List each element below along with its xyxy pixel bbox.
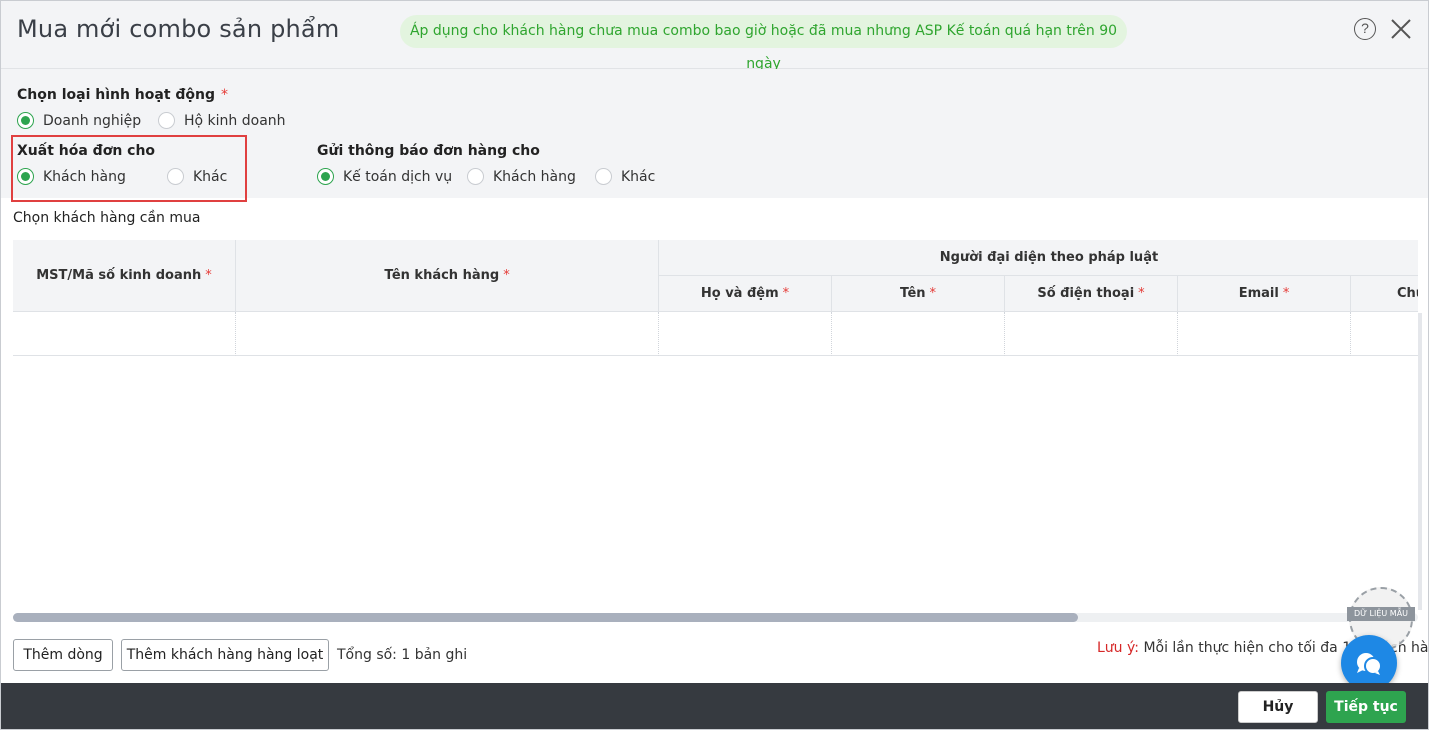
cell-position[interactable] — [1351, 312, 1418, 356]
radio-unchecked-icon — [467, 168, 484, 185]
dialog-footer — [1, 683, 1428, 729]
horizontal-scrollbar-thumb[interactable] — [13, 613, 1078, 622]
dialog-title: Mua mới combo sản phẩm — [17, 15, 340, 43]
radio-unchecked-icon — [595, 168, 612, 185]
notify-for-label: Gửi thông báo đơn hàng cho — [317, 143, 540, 159]
invoice-for-label: Xuất hóa đơn cho — [17, 143, 156, 159]
radio-invoice-khach-hang[interactable]: Khách hàng — [17, 168, 126, 185]
help-icon[interactable]: ? — [1354, 18, 1376, 40]
customer-table: MST/Mã số kinh doanh * Tên khách hàng * Ng… — [13, 240, 1418, 357]
continue-button[interactable]: Tiếp tục — [1326, 691, 1406, 723]
radio-notify-khach-hang[interactable]: Khách hàng — [467, 168, 576, 185]
col-header-position: Chu — [1351, 276, 1418, 312]
cell-phone[interactable] — [1005, 312, 1178, 356]
close-icon[interactable] — [1389, 17, 1413, 41]
col-header-last-middle: Họ và đệm * — [659, 276, 832, 312]
cell-mst[interactable] — [13, 312, 236, 356]
cell-email[interactable] — [1178, 312, 1351, 356]
sample-data-stamp-label: DỮ LIỆU MẪU — [1347, 607, 1415, 621]
total-records: Tổng số: 1 bản ghi — [337, 647, 468, 663]
vertical-scrollbar[interactable] — [1418, 313, 1422, 610]
purchase-combo-dialog: Mua mới combo sản phẩm Áp dụng cho khách… — [0, 0, 1429, 730]
radio-unchecked-icon — [167, 168, 184, 185]
note-label: Lưu ý: — [1097, 640, 1139, 656]
radio-doanh-nghiep[interactable]: Doanh nghiệp — [17, 112, 141, 129]
add-bulk-customers-button[interactable]: Thêm khách hàng hàng loạt — [121, 639, 329, 671]
cell-last-middle[interactable] — [659, 312, 832, 356]
col-header-mst: MST/Mã số kinh doanh * — [13, 240, 236, 312]
cancel-button[interactable]: Hủy — [1238, 691, 1318, 723]
dialog-header: Mua mới combo sản phẩm Áp dụng cho khách… — [1, 1, 1428, 72]
cell-first-name[interactable] — [832, 312, 1005, 356]
radio-invoice-khac[interactable]: Khác — [167, 168, 227, 185]
radio-notify-khac[interactable]: Khác — [595, 168, 655, 185]
col-header-first-name: Tên * — [832, 276, 1005, 312]
radio-unchecked-icon — [158, 112, 175, 129]
activity-type-label: Chọn loại hình hoạt động * — [17, 87, 229, 103]
col-header-legal-rep: Người đại diện theo pháp luật — [659, 240, 1418, 276]
radio-notify-ke-toan[interactable]: Kế toán dịch vụ — [317, 168, 452, 185]
add-row-button[interactable]: Thêm dòng — [13, 639, 113, 671]
radio-checked-icon — [17, 112, 34, 129]
customer-section-label: Chọn khách hàng cần mua — [13, 210, 201, 226]
radio-checked-icon — [17, 168, 34, 185]
col-header-phone: Số điện thoại * — [1005, 276, 1178, 312]
eligibility-notice: Áp dụng cho khách hàng chưa mua combo ba… — [400, 15, 1127, 72]
col-header-email: Email * — [1178, 276, 1351, 312]
radio-checked-icon — [317, 168, 334, 185]
radio-ho-kinh-doanh[interactable]: Hộ kinh doanh — [158, 112, 286, 129]
cell-customer-name[interactable] — [236, 312, 659, 356]
col-header-name: Tên khách hàng * — [236, 240, 659, 312]
